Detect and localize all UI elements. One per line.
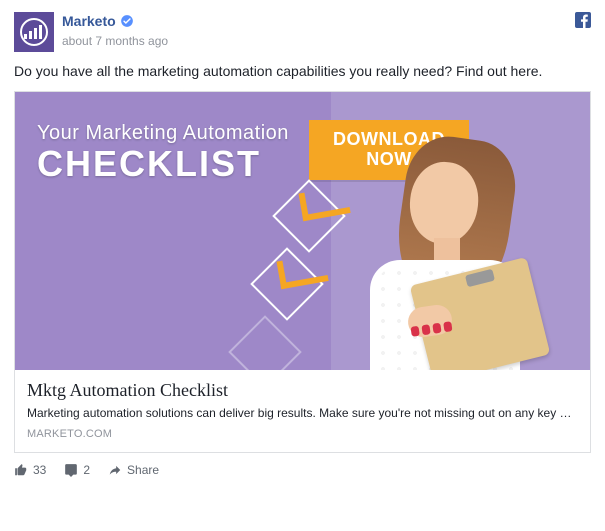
hero-person-illustration <box>360 110 570 370</box>
page-avatar[interactable] <box>14 12 54 52</box>
link-card-text: Mktg Automation Checklist Marketing auto… <box>15 370 590 451</box>
marketo-logo-icon <box>20 18 48 46</box>
post-header-text: Marketo about 7 months ago <box>62 12 591 50</box>
hero-headline-line1: Your Marketing Automation <box>37 122 289 145</box>
page-name-link[interactable]: Marketo <box>62 12 116 31</box>
post-timestamp[interactable]: about 7 months ago <box>62 34 168 48</box>
comment-icon <box>64 463 78 477</box>
thumbs-up-icon <box>14 463 28 477</box>
share-arrow-icon <box>108 463 122 477</box>
verified-badge-icon <box>120 14 134 28</box>
post-body-text: Do you have all the marketing automation… <box>14 62 591 81</box>
hero-headline-line2: CHECKLIST <box>37 145 289 183</box>
link-card-title: Mktg Automation Checklist <box>27 380 578 401</box>
link-card-description: Marketing automation solutions can deliv… <box>27 405 578 421</box>
share-button[interactable]: Share <box>108 463 159 477</box>
post-actions-bar: 33 2 Share <box>14 463 591 477</box>
facebook-icon[interactable] <box>575 12 591 28</box>
like-button[interactable]: 33 <box>14 463 46 477</box>
post-header: Marketo about 7 months ago <box>14 12 591 52</box>
comment-count: 2 <box>83 463 90 477</box>
comment-button[interactable]: 2 <box>64 463 90 477</box>
link-card-image: Your Marketing Automation CHECKLIST DOWN… <box>15 92 590 370</box>
link-card-domain: MARKETO.COM <box>27 428 578 440</box>
like-count: 33 <box>33 463 46 477</box>
share-label: Share <box>127 463 159 477</box>
link-card[interactable]: Your Marketing Automation CHECKLIST DOWN… <box>14 91 591 452</box>
checklist-graphic <box>283 196 335 370</box>
hero-headline: Your Marketing Automation CHECKLIST <box>37 122 289 183</box>
